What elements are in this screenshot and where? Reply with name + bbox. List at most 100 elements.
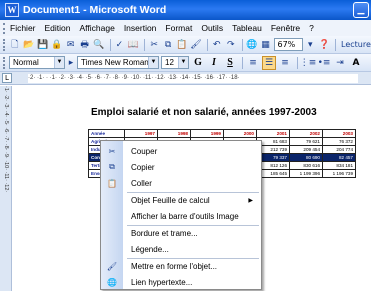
minimize-button[interactable]: ▁ [353,2,369,18]
copy-icon: ⧉ [109,162,115,171]
toolbar-grip[interactable] [3,56,6,69]
menu-separator [127,225,259,226]
numbering-icon[interactable]: ⋮≡ [300,56,317,70]
bullets-icon[interactable]: •≡ [317,56,331,70]
font-size-select[interactable]: 12 ▼ [161,56,189,69]
table-cell: 1 199 396 [289,169,323,178]
style-select[interactable]: Normal ▼ [9,56,65,69]
cut-icon[interactable]: ✂ [148,38,160,52]
zoom-select[interactable]: 67% [273,38,304,51]
menu-item-copier[interactable]: ⧉ Copier [101,161,261,173]
table-icon[interactable]: ▦ [260,38,272,52]
menu-tableau[interactable]: Tableau [232,23,262,33]
table-cell: 209 454 [289,145,323,154]
italic-button[interactable]: I [207,56,221,70]
chevron-down-icon[interactable]: ▼ [54,57,64,68]
align-right-icon[interactable]: ≡ [278,56,292,70]
undo-icon[interactable]: ↶ [211,38,223,52]
open-folder-icon[interactable]: 📂 [23,38,35,52]
table-header-row: Année 1997 1998 1999 2000 2001 2002 2003 [88,129,356,138]
font-color-icon[interactable]: A [349,56,363,70]
menu-item-lien-hypertexte[interactable]: 🌐 Lien hypertexte... [101,276,261,288]
menu-help[interactable]: ? [309,23,314,33]
menu-item-bordure-trame[interactable]: Bordure et trame... [101,227,261,239]
zoom-dropdown-icon[interactable]: ▾ [304,38,316,52]
toolbar-separator [242,56,243,69]
horizontal-ruler[interactable]: L ·2· ·1· · ·1· ·2· ·3· ·4· ·5· ·6· ·7· … [0,72,371,85]
indent-icon[interactable]: ⇥ [333,56,347,70]
blank-icon [101,227,123,239]
vertical-ruler[interactable]: ·1· ·2· ·3· ·4· ·5· ·6· ·7· ·8· ·9· ·10·… [0,86,12,291]
window-title: Document1 - Microsoft Word [23,4,167,16]
menu-item-objet-feuille-de-calcul[interactable]: Objet Feuille de calcul ▶ [101,194,261,206]
table-cell: 1 196 739 [322,169,356,178]
font-select[interactable]: Times New Roman ▼ [77,56,159,69]
chevron-down-icon[interactable]: ▼ [148,57,158,68]
align-left-icon[interactable]: ≡ [246,56,260,70]
menubar-grip[interactable] [3,22,6,34]
menu-item-mettre-en-forme-objet[interactable]: 🖌 Mettre en forme l'objet... [101,260,261,272]
print-icon[interactable]: 🖶 [79,38,91,52]
toolbar-grip[interactable] [3,38,6,51]
table-cell: 2003 [322,129,356,138]
format-painter-icon[interactable]: 🖌 [190,38,202,52]
chevron-down-icon[interactable]: ▼ [178,57,188,68]
align-center-icon[interactable]: ☰ [262,55,276,70]
style-value: Normal [13,58,39,67]
menu-item-coller[interactable]: 📋 Coller [101,177,261,189]
table-cell: 830 616 [289,161,323,170]
print-preview-icon[interactable]: 🔍 [93,38,105,52]
font-size-value: 12 [165,58,174,67]
menu-item-label: Couper [131,146,158,156]
submenu-arrow-icon: ▶ [248,197,253,204]
menu-edition[interactable]: Edition [45,23,71,33]
menu-item-label: Objet Feuille de calcul [131,195,210,205]
new-document-icon[interactable]: 🗋 [9,38,21,52]
table-cell: Année [88,129,125,138]
spelling-icon[interactable]: ✓ [113,38,125,52]
table-cell: 76 372 [322,137,356,146]
word-app-icon[interactable]: W [5,3,19,17]
redo-icon[interactable]: ↷ [225,38,237,52]
menu-item-label: Mettre en forme l'objet... [131,261,218,271]
menu-fenetre[interactable]: Fenêtre [271,23,300,33]
underline-button[interactable]: S [223,56,237,70]
reading-layout-button[interactable]: Lecture [341,40,371,49]
table-cell: 1998 [157,129,191,138]
toolbar-separator [241,38,243,51]
toolbar-separator [109,38,111,51]
save-icon[interactable]: 💾 [37,38,49,52]
research-icon[interactable]: 📖 [127,38,139,52]
font-type-icon: ▸ [68,57,74,68]
permission-icon[interactable]: 🔒 [51,38,63,52]
menu-outils[interactable]: Outils [201,23,223,33]
help-icon[interactable]: ❓ [318,38,330,52]
toolbar-separator [144,38,146,51]
menu-affichage[interactable]: Affichage [80,23,115,33]
menu-item-afficher-barre-image[interactable]: Afficher la barre d'outils Image [101,210,261,222]
toolbar-separator [335,38,337,51]
paste-icon: 📋 [107,178,117,188]
table-cell: 834 181 [322,161,356,170]
context-menu: ✂ Couper ⧉ Copier 📋 Coller Objet Feuille… [100,140,262,290]
document-heading[interactable]: Emploi salarié et non salarié, années 19… [91,107,317,118]
menu-item-couper[interactable]: ✂ Couper [101,145,261,157]
toolbar-separator [206,38,208,51]
menu-item-legende[interactable]: Légende... [101,243,261,255]
format-object-icon: 🖌 [106,261,118,271]
blank-icon [101,194,123,206]
menu-format[interactable]: Format [165,23,192,33]
tab-selector[interactable]: L [2,73,12,83]
blank-icon [101,243,123,255]
ruler-scale[interactable]: ·2· ·1· · ·1· ·2· ·3· ·4· ·5· ·6· ·7· ·8… [28,74,358,83]
email-icon[interactable]: ✉ [65,38,77,52]
menu-fichier[interactable]: Fichier [10,23,36,33]
bold-button[interactable]: G [191,56,205,70]
table-cell: 204 774 [322,145,356,154]
hyperlink-icon[interactable]: 🌐 [246,38,258,52]
menu-insertion[interactable]: Insertion [124,23,157,33]
paste-icon[interactable]: 📋 [176,38,188,52]
copy-icon[interactable]: ⧉ [162,38,174,52]
menu-item-label: Coller [131,178,152,188]
menu-separator [127,258,259,259]
